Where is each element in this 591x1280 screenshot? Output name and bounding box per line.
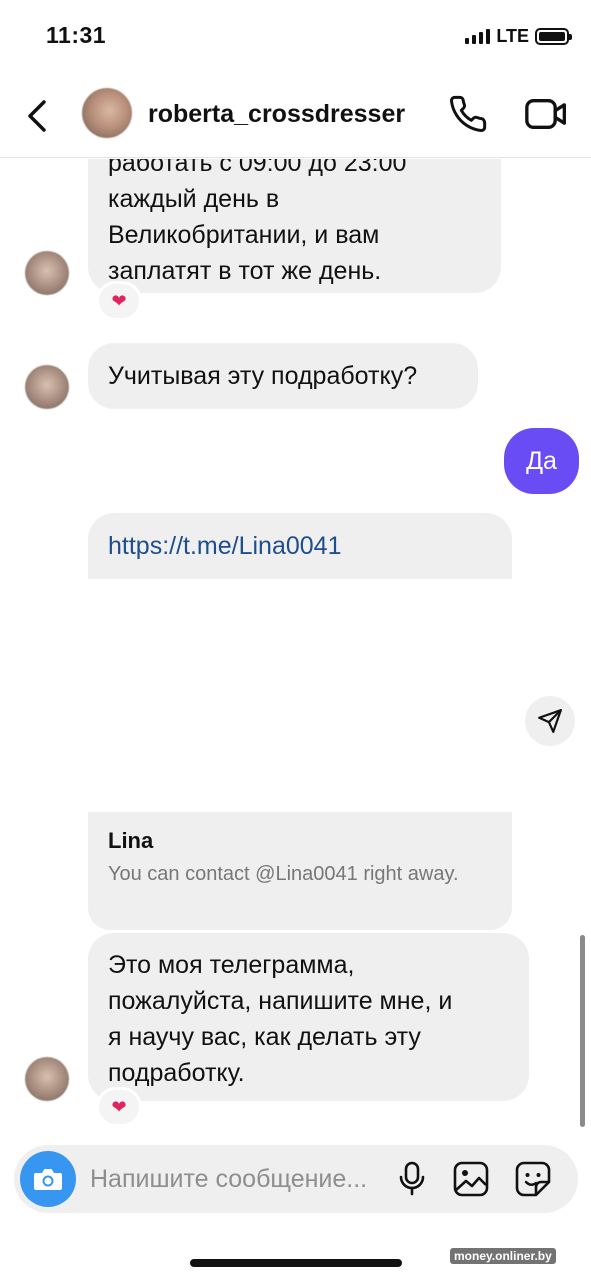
link-preview[interactable]: Lina You can contact @Lina0041 right awa… xyxy=(88,812,512,930)
battery-icon xyxy=(535,27,572,45)
message-composer xyxy=(14,1145,578,1213)
share-button[interactable] xyxy=(525,696,575,746)
sender-avatar[interactable] xyxy=(25,1057,69,1101)
incoming-message[interactable]: работать с 09:00 до 23:00 каждый день в … xyxy=(88,159,501,293)
status-time: 11:31 xyxy=(46,22,107,48)
phone-icon[interactable] xyxy=(448,94,488,134)
camera-icon xyxy=(34,1169,62,1190)
incoming-message[interactable]: Учитывая эту подработку? xyxy=(88,343,478,409)
preview-description: You can contact @Lina0041 right away. xyxy=(108,863,459,885)
message-text: Учитывая эту подработку? xyxy=(108,362,418,390)
send-icon xyxy=(538,709,562,733)
message-line: каждый день в xyxy=(108,185,280,213)
message-line: работать с 09:00 до 23:00 xyxy=(108,159,407,177)
contact-avatar[interactable] xyxy=(82,88,132,138)
camera-button[interactable] xyxy=(20,1151,76,1207)
home-indicator[interactable] xyxy=(190,1259,402,1267)
back-icon[interactable] xyxy=(22,96,52,136)
microphone-icon[interactable] xyxy=(398,1161,426,1197)
heart-icon[interactable]: ❤ xyxy=(96,281,142,321)
message-line: я научу вас, как делать эту xyxy=(108,1023,421,1051)
message-link[interactable]: https://t.me/Lina0041 xyxy=(108,532,341,560)
message-line: заплатят в тот же день. xyxy=(108,257,382,285)
sender-avatar[interactable] xyxy=(25,365,69,409)
sender-avatar[interactable] xyxy=(25,251,69,295)
status-indicators: LTE xyxy=(465,24,572,48)
message-line: пожалуйста, напишите мне, и xyxy=(108,987,453,1015)
sticker-icon[interactable] xyxy=(514,1160,552,1198)
contact-username[interactable]: roberta_crossdresser xyxy=(148,100,405,129)
chat-header: roberta_crossdresser xyxy=(0,78,591,158)
preview-title: Lina xyxy=(108,828,154,853)
message-input[interactable] xyxy=(90,1157,408,1201)
outgoing-message[interactable]: Да xyxy=(504,428,579,494)
scrollbar[interactable] xyxy=(580,935,585,1127)
message-line: Это моя телеграмма, xyxy=(108,951,355,979)
signal-icon xyxy=(465,28,491,44)
link-message[interactable]: https://t.me/Lina0041 xyxy=(88,513,512,579)
network-type: LTE xyxy=(496,25,529,46)
message-text: Да xyxy=(526,447,557,475)
heart-icon[interactable]: ❤ xyxy=(96,1087,142,1127)
incoming-message[interactable]: Это моя телеграмма, пожалуйста, напишите… xyxy=(88,933,529,1101)
watermark: money.onliner.by xyxy=(450,1248,556,1264)
message-line: подработку. xyxy=(108,1059,245,1087)
message-line: Великобритании, и вам xyxy=(108,221,380,249)
video-icon[interactable] xyxy=(524,94,568,134)
message-thread[interactable]: работать с 09:00 до 23:00 каждый день в … xyxy=(0,159,591,1139)
gallery-icon[interactable] xyxy=(452,1160,490,1198)
